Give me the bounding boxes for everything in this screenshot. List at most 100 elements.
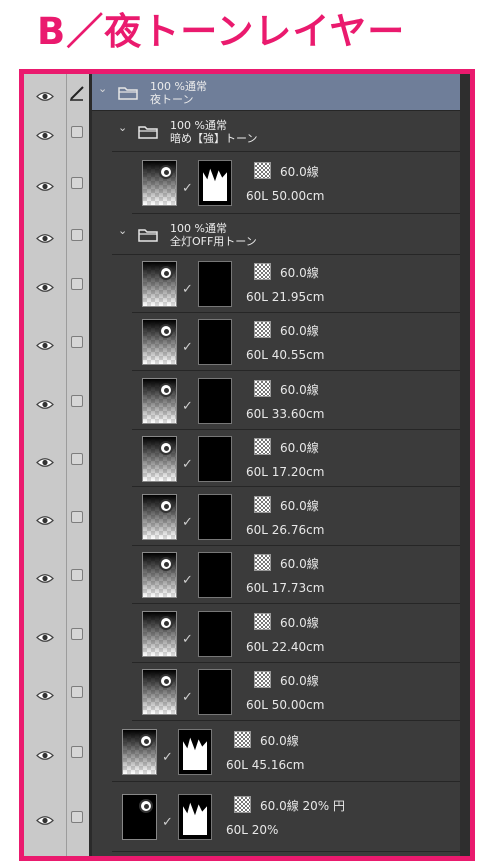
layer-thumbnail	[142, 494, 177, 540]
layer-row[interactable]: ✓ 60.0線 60L 45.16cm	[24, 721, 460, 782]
tone-icon	[159, 324, 173, 338]
chevron-down-icon[interactable]: ⌄	[98, 82, 107, 95]
tone-resolution: 60L 40.55cm	[246, 348, 325, 362]
lock-checkbox-icon[interactable]	[71, 569, 83, 581]
layer-thumbnail	[142, 611, 177, 657]
tone-icon	[159, 557, 173, 571]
layer-thumbnail	[142, 160, 177, 206]
eye-icon[interactable]	[36, 278, 54, 292]
tone-resolution: 60L 45.16cm	[226, 758, 305, 772]
eye-icon[interactable]	[36, 87, 54, 101]
layer-mask-thumbnail	[198, 494, 232, 540]
link-check-icon: ✓	[182, 282, 193, 297]
link-check-icon: ✓	[162, 750, 173, 765]
layer-folder-row[interactable]: ⌄ 100 %通常 夜トーン	[24, 74, 460, 111]
eye-icon[interactable]	[36, 453, 54, 467]
lock-checkbox-icon[interactable]	[71, 811, 83, 823]
halftone-icon	[254, 671, 271, 688]
layer-mask-thumbnail	[198, 436, 232, 482]
layer-row[interactable]: ✓ 60.0線 60L 40.55cm	[24, 313, 460, 371]
layer-content[interactable]: ✓ 60.0線 60L 50.00cm	[132, 152, 460, 214]
tone-settings: 60.0線	[280, 165, 319, 179]
mask-shape	[183, 799, 207, 835]
layer-content[interactable]: ⌄ 100 %通常 暗め【強】トーン	[112, 111, 460, 152]
lock-checkbox-icon[interactable]	[71, 511, 83, 523]
lock-checkbox-icon[interactable]	[71, 453, 83, 465]
eye-icon[interactable]	[36, 395, 54, 409]
link-check-icon: ✓	[182, 632, 193, 647]
layer-content[interactable]: ✓ 60.0線 60L 22.40cm	[132, 604, 460, 663]
eye-icon[interactable]	[36, 229, 54, 243]
link-check-icon: ✓	[182, 690, 193, 705]
layer-content[interactable]: ✓ 60.0線 60L 26.76cm	[132, 487, 460, 546]
layer-content[interactable]: ✓ 60.0線 60L 17.73cm	[132, 546, 460, 604]
layer-row[interactable]: ✓ 60.0線 20% 円 60L 20%	[24, 782, 460, 852]
layer-row[interactable]: ✓ 60.0線 60L 17.73cm	[24, 546, 460, 604]
layer-mask-thumbnail	[178, 794, 212, 840]
tone-icon	[159, 441, 173, 455]
halftone-icon	[254, 263, 271, 280]
tone-settings: 60.0線	[280, 557, 319, 571]
layer-content[interactable]: ✓ 60.0線 60L 17.20cm	[132, 430, 460, 487]
pencil-icon[interactable]	[69, 85, 85, 101]
eye-icon[interactable]	[36, 336, 54, 350]
tone-settings: 60.0線	[280, 441, 319, 455]
eye-icon[interactable]	[36, 746, 54, 760]
layer-thumbnail	[142, 261, 177, 307]
layer-row[interactable]: ✓ 60.0線 60L 21.95cm	[24, 255, 460, 313]
layer-content[interactable]: ✓ 60.0線 60L 40.55cm	[132, 313, 460, 371]
layer-thumbnail	[142, 436, 177, 482]
lock-checkbox-icon[interactable]	[71, 628, 83, 640]
link-check-icon: ✓	[162, 815, 173, 830]
mask-shape	[203, 165, 227, 201]
halftone-icon	[254, 321, 271, 338]
layer-thumbnail	[142, 552, 177, 598]
lock-checkbox-icon[interactable]	[71, 126, 83, 138]
link-check-icon: ✓	[182, 399, 193, 414]
chevron-down-icon[interactable]: ⌄	[118, 224, 127, 237]
lock-checkbox-icon[interactable]	[71, 336, 83, 348]
layer-content[interactable]: ✓ 60.0線 60L 50.00cm	[132, 663, 460, 721]
eye-icon[interactable]	[36, 628, 54, 642]
layer-content[interactable]: ✓ 60.0線 60L 33.60cm	[132, 371, 460, 430]
layer-mask-thumbnail	[198, 319, 232, 365]
lock-checkbox-icon[interactable]	[71, 177, 83, 189]
tone-icon	[139, 734, 153, 748]
halftone-icon	[254, 554, 271, 571]
eye-icon[interactable]	[36, 569, 54, 583]
layer-content[interactable]: ⌄ 100 %通常 全灯OFF用トーン	[112, 214, 460, 255]
lock-checkbox-icon[interactable]	[71, 746, 83, 758]
layer-row[interactable]: ✓ 60.0線 60L 26.76cm	[24, 487, 460, 546]
tone-settings: 60.0線	[280, 616, 319, 630]
layer-folder-row[interactable]: ⌄ 100 %通常 暗め【強】トーン	[24, 111, 460, 152]
layer-row[interactable]: ✓ 60.0線 60L 50.00cm	[24, 663, 460, 721]
scrollbar[interactable]	[460, 74, 470, 856]
eye-icon[interactable]	[36, 177, 54, 191]
layer-mask-thumbnail	[198, 611, 232, 657]
lock-checkbox-icon[interactable]	[71, 395, 83, 407]
folder-blend-mode: 100 %通常	[150, 80, 207, 93]
tone-icon	[159, 616, 173, 630]
eye-icon[interactable]	[36, 126, 54, 140]
tone-icon	[159, 165, 173, 179]
layer-row[interactable]: ✓ 60.0線 60L 22.40cm	[24, 604, 460, 663]
layer-row[interactable]: ✓ 60.0線 60L 17.20cm	[24, 430, 460, 487]
tone-icon	[159, 499, 173, 513]
layer-content[interactable]: ✓ 60.0線 60L 45.16cm	[112, 721, 460, 782]
layer-row[interactable]: ✓ 60.0線 60L 33.60cm	[24, 371, 460, 430]
layer-row[interactable]: ✓ 60.0線 60L 50.00cm	[24, 152, 460, 214]
tone-settings: 60.0線	[280, 266, 319, 280]
lock-checkbox-icon[interactable]	[71, 278, 83, 290]
eye-icon[interactable]	[36, 811, 54, 825]
layer-content[interactable]: ⌄ 100 %通常 夜トーン	[92, 74, 460, 111]
lock-checkbox-icon[interactable]	[71, 686, 83, 698]
link-check-icon: ✓	[182, 457, 193, 472]
lock-checkbox-icon[interactable]	[71, 229, 83, 241]
layer-folder-row[interactable]: ⌄ 100 %通常 全灯OFF用トーン	[24, 214, 460, 255]
eye-icon[interactable]	[36, 686, 54, 700]
layer-content[interactable]: ✓ 60.0線 20% 円 60L 20%	[112, 782, 460, 852]
chevron-down-icon[interactable]: ⌄	[118, 121, 127, 134]
layer-content[interactable]: ✓ 60.0線 60L 21.95cm	[132, 255, 460, 313]
link-check-icon: ✓	[182, 181, 193, 196]
eye-icon[interactable]	[36, 511, 54, 525]
